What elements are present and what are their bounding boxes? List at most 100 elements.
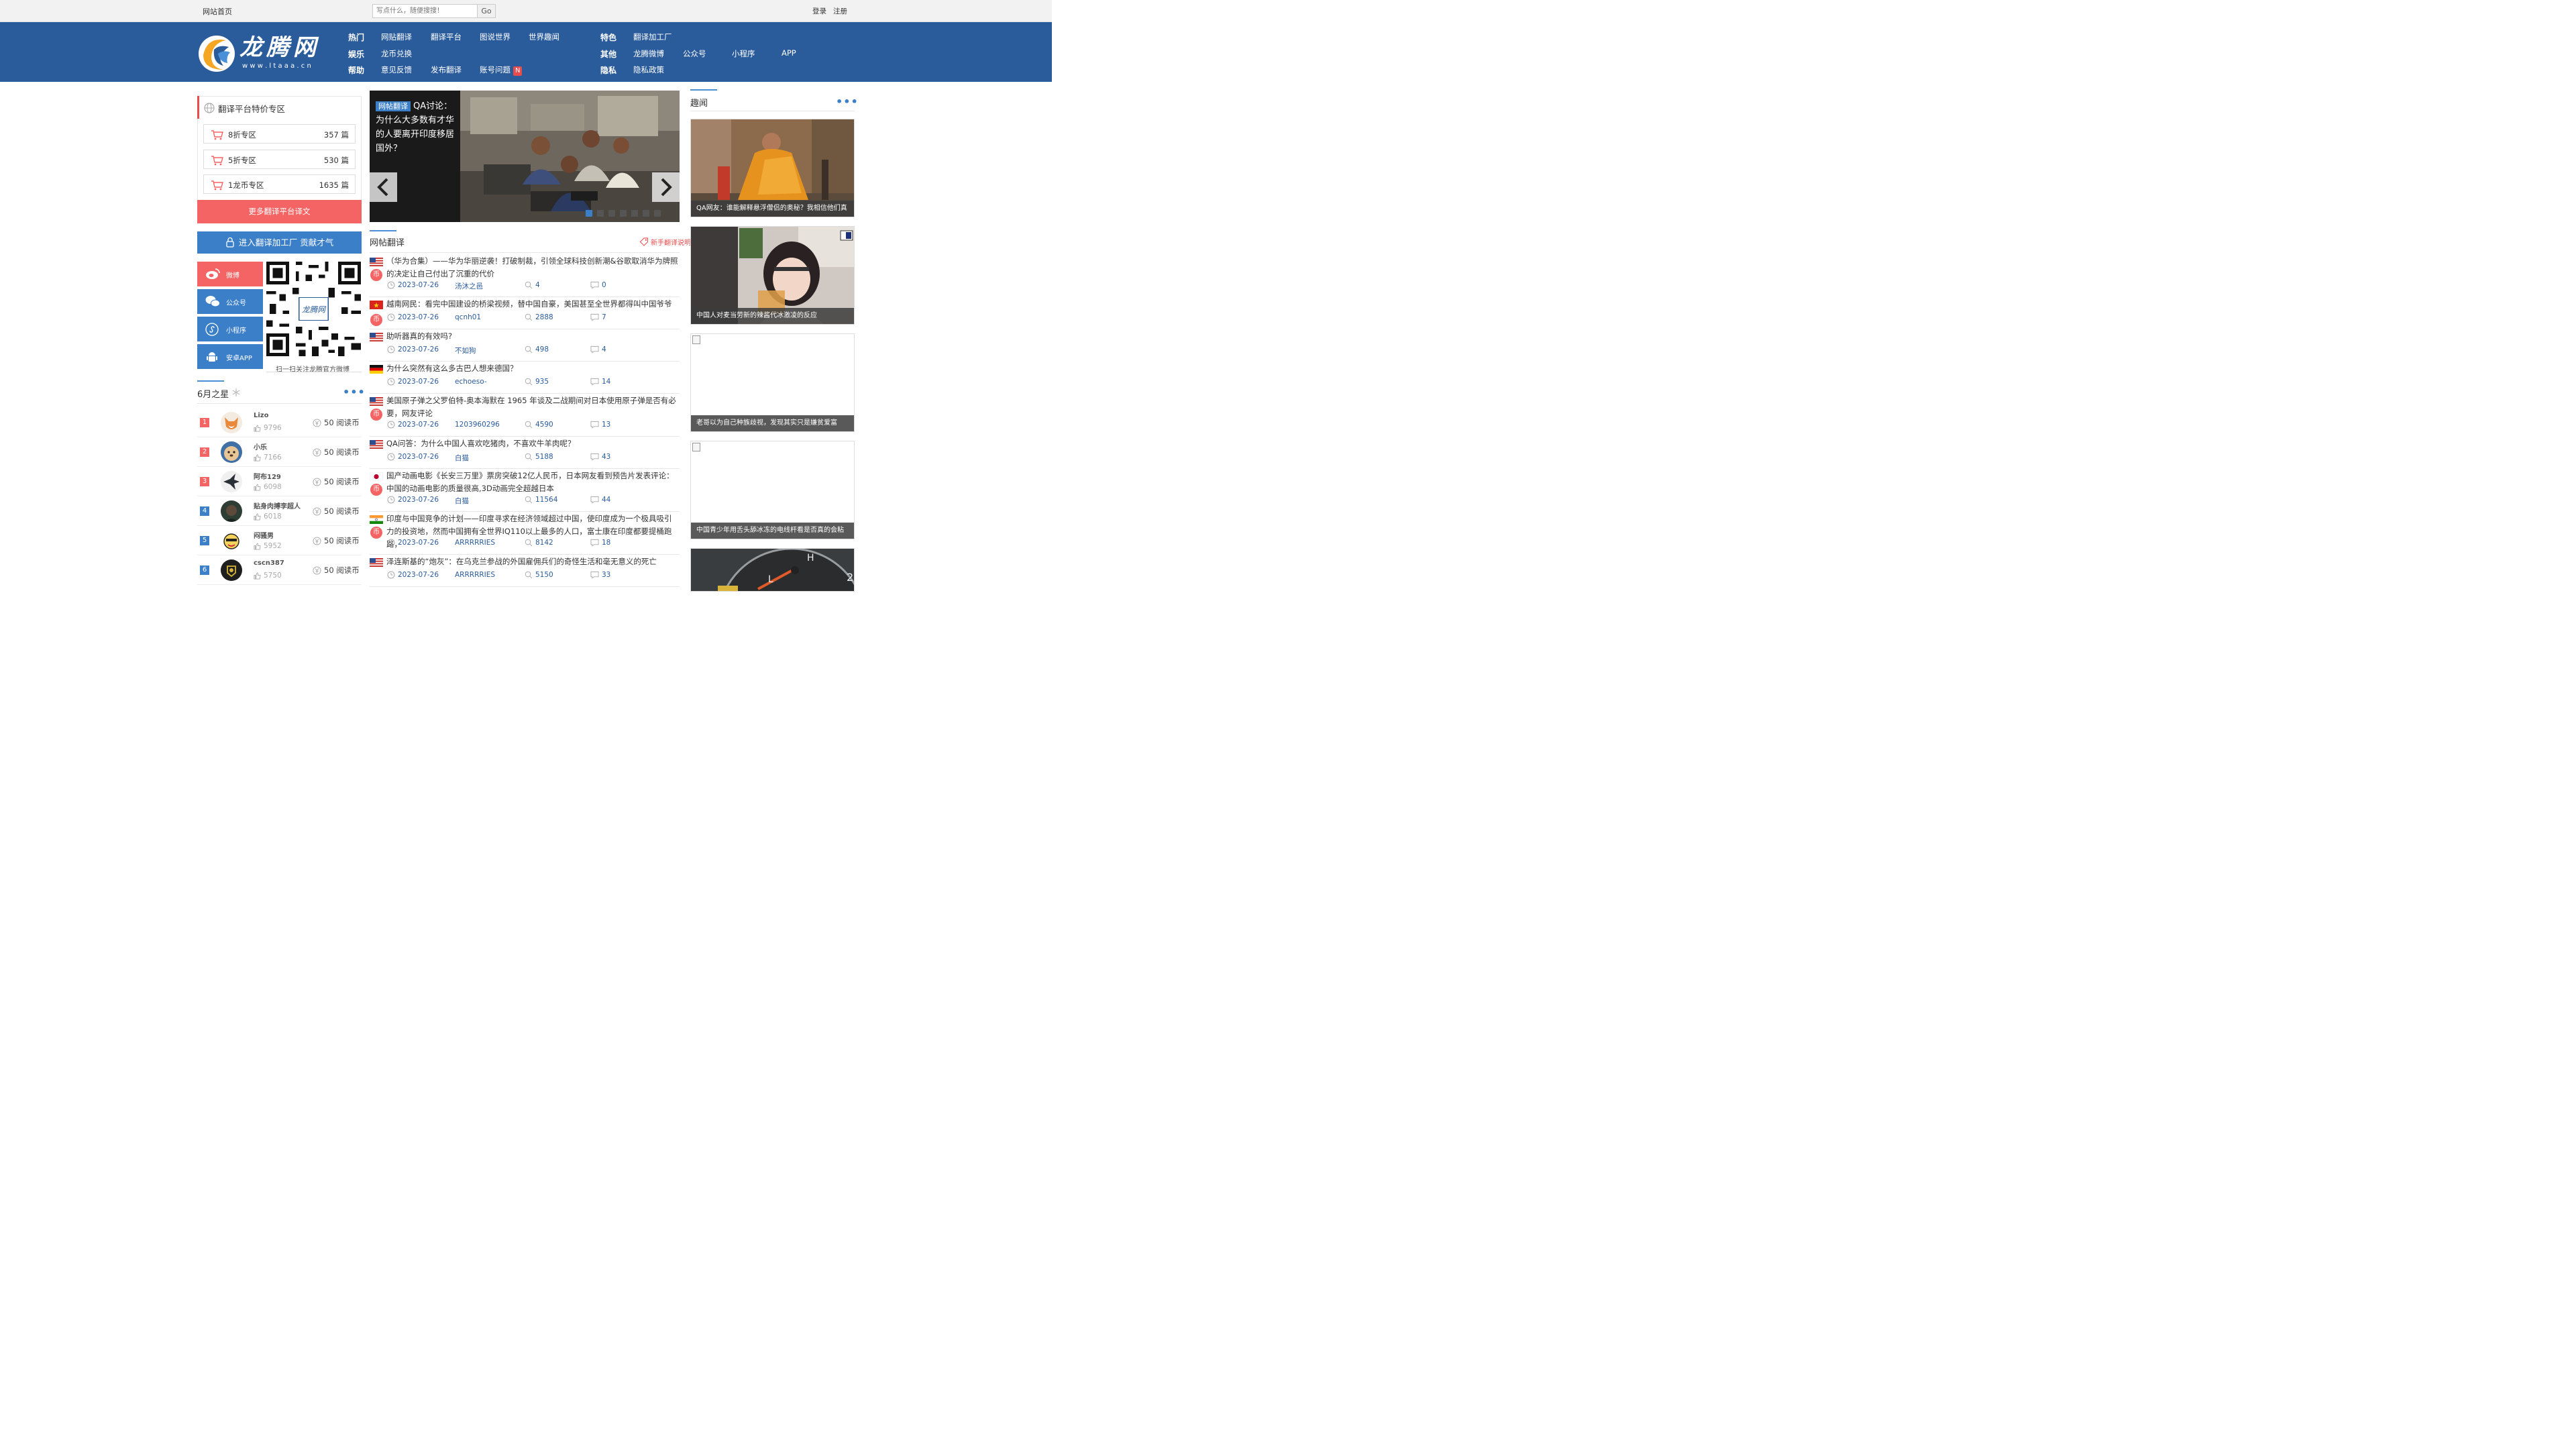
star-name: 小乐 bbox=[254, 444, 267, 451]
site-logo[interactable]: 龙腾网 w w w . l t a a a . c n bbox=[198, 30, 339, 74]
article-views: 11564 bbox=[525, 496, 557, 504]
star-row[interactable]: 1 Lizo 9796 50 阅读币 bbox=[197, 408, 362, 437]
nav-link-wechat[interactable]: 公众号 bbox=[683, 48, 706, 59]
article-row[interactable]: 泽连斯基的“炮灰”：在乌克兰参战的外国雇佣兵们的奇怪生活和毫无意义的死亡 2023… bbox=[370, 555, 680, 587]
avatar bbox=[221, 412, 242, 433]
article-title[interactable]: （华为合集）——华为华丽逆袭！打破制裁，引领全球科技创新潮&谷歌取消华为牌照的决… bbox=[386, 255, 678, 280]
slider-dot[interactable] bbox=[631, 210, 638, 217]
article-row[interactable]: 币越南网民：看完中国建设的桥梁视频，替中国自豪，美国甚至全世界都得叫中国爷爷 20… bbox=[370, 297, 680, 329]
news-more-button[interactable]: ••• bbox=[836, 95, 859, 108]
nav-link-feedback[interactable]: 意见反馈 bbox=[381, 64, 412, 75]
nav-cat-fun: 娱乐 bbox=[348, 50, 365, 59]
home-link[interactable]: 网站首页 bbox=[203, 6, 232, 17]
nav-link-privacy[interactable]: 隐私政策 bbox=[633, 64, 664, 75]
nav-cat-privacy: 隐私 bbox=[600, 66, 617, 75]
nav-link-picture-world[interactable]: 图说世界 bbox=[480, 32, 511, 42]
star-likes: 5750 bbox=[254, 572, 282, 580]
slider-dot[interactable] bbox=[643, 210, 649, 217]
nav-link-factory[interactable]: 翻译加工厂 bbox=[633, 32, 672, 42]
article-author[interactable]: qcnh01 bbox=[455, 313, 481, 321]
slide-caption[interactable]: 网帖翻译 QA讨论：为什么大多数有才华的人要离开印度移居国外？ bbox=[376, 99, 458, 156]
slider-next-button[interactable] bbox=[652, 172, 680, 202]
slider-dot[interactable] bbox=[597, 210, 604, 217]
weibo-button[interactable]: 微博 bbox=[197, 262, 263, 286]
star-row[interactable]: 5 闷骚男 5952 50 阅读币 bbox=[197, 526, 362, 555]
nav-link-coin-exchange[interactable]: 龙币兑换 bbox=[381, 48, 412, 59]
news-card[interactable]: 中国人对麦当劳新的辣酱代冰激凌的反应 bbox=[690, 226, 855, 325]
snowflake-icon bbox=[232, 388, 240, 396]
article-title[interactable]: 越南网民：看完中国建设的桥梁视频，替中国自豪，美国甚至全世界都得叫中国爷爷 bbox=[386, 298, 678, 311]
magnifier-icon bbox=[525, 571, 533, 579]
nav-link-publish[interactable]: 发布翻译 bbox=[431, 64, 462, 75]
clock-icon bbox=[387, 345, 395, 354]
slider-prev-button[interactable] bbox=[370, 172, 397, 202]
star-row[interactable]: 3 阿布129 6098 50 阅读币 bbox=[197, 467, 362, 496]
translator-help-link[interactable]: 新手翻译说明 bbox=[639, 237, 691, 247]
zone-item-80[interactable]: 8折专区 357 篇 bbox=[203, 124, 356, 144]
article-title[interactable]: 泽连斯基的“炮灰”：在乌克兰参战的外国雇佣兵们的奇怪生活和毫无意义的死亡 bbox=[386, 555, 678, 568]
article-title[interactable]: 为什么突然有这么多古巴人想来德国？ bbox=[386, 362, 678, 375]
nav-link-world-news[interactable]: 世界趣闻 bbox=[529, 32, 559, 42]
article-title[interactable]: 助听器真的有效吗? bbox=[386, 330, 678, 343]
slider-dot[interactable] bbox=[608, 210, 615, 217]
article-row[interactable]: 币印度与中国竞争的计划——印度寻求在经济领域超过中国，使印度成为一个极具吸引力的… bbox=[370, 512, 680, 555]
flag-us-icon bbox=[370, 440, 383, 449]
star-coin: 50 阅读币 bbox=[313, 447, 360, 458]
wechat-button[interactable]: 公众号 bbox=[197, 289, 263, 314]
slider-dot[interactable] bbox=[654, 210, 661, 217]
comment-icon bbox=[590, 453, 599, 461]
miniapp-button[interactable]: 小程序 bbox=[197, 317, 263, 341]
nav-link-translations[interactable]: 网贴翻译 bbox=[381, 32, 412, 42]
news-card[interactable]: H L 2 bbox=[690, 548, 855, 592]
article-author[interactable]: 不如狗 bbox=[455, 345, 476, 356]
news-accent bbox=[690, 89, 717, 91]
article-comments: 4 bbox=[590, 345, 606, 354]
search-input[interactable] bbox=[372, 4, 478, 18]
article-author[interactable]: 1203960296 bbox=[455, 421, 500, 429]
register-link[interactable]: 注册 bbox=[833, 6, 847, 16]
stars-title: 6月之星 bbox=[197, 390, 229, 400]
comment-icon bbox=[590, 378, 599, 386]
factory-button[interactable]: 进入翻译加工厂 贡献才气 bbox=[197, 231, 362, 254]
article-author[interactable]: 白猫 bbox=[455, 453, 469, 463]
nav-link-app[interactable]: APP bbox=[782, 48, 796, 58]
stars-more-button[interactable]: ••• bbox=[343, 386, 366, 398]
article-row[interactable]: 助听器真的有效吗? 2023-07-26 不如狗 498 4 bbox=[370, 329, 680, 362]
star-row[interactable]: 6 cscn387 5750 50 阅读币 bbox=[197, 555, 362, 585]
zone-item-1coin[interactable]: 1龙币专区 1635 篇 bbox=[203, 174, 356, 194]
article-title[interactable]: 国产动画电影《长安三万里》票房突破12亿人民币，日本网友看到预告片发表评论：中国… bbox=[386, 470, 678, 495]
nav-link-account[interactable]: 账号问题 N bbox=[480, 64, 523, 76]
nav-link-weibo[interactable]: 龙腾微博 bbox=[633, 48, 664, 59]
android-app-button[interactable]: 安卓APP bbox=[197, 344, 263, 369]
article-row[interactable]: 币国产动画电影《长安三万里》票房突破12亿人民币，日本网友看到预告片发表评论：中… bbox=[370, 469, 680, 512]
slider-dot[interactable] bbox=[620, 210, 627, 217]
zone-item-label: 8折专区 bbox=[228, 130, 256, 140]
article-author[interactable]: 白猫 bbox=[455, 496, 469, 506]
news-card[interactable]: 中国青少年用舌头舔冰冻的电线杆看是否真的会粘 bbox=[690, 441, 855, 539]
more-zone-button[interactable]: 更多翻译平台译文 bbox=[197, 200, 362, 223]
article-row[interactable]: 币 （华为合集）——华为华丽逆袭！打破制裁，引领全球科技创新潮&谷歌取消华为牌照的… bbox=[370, 254, 680, 297]
article-title[interactable]: QA问答：为什么中国人喜欢吃猪肉，不喜欢牛羊肉呢？ bbox=[386, 437, 678, 450]
article-author[interactable]: ARRRRRIES bbox=[455, 571, 495, 579]
zone-item-50[interactable]: 5折专区 530 篇 bbox=[203, 150, 356, 169]
weibo-icon bbox=[206, 268, 220, 279]
article-author[interactable]: 汤沐之邑 bbox=[455, 281, 483, 291]
article-row[interactable]: QA问答：为什么中国人喜欢吃猪肉，不喜欢牛羊肉呢？ 2023-07-26 白猫 518… bbox=[370, 437, 680, 469]
rank-badge: 3 bbox=[200, 477, 209, 486]
article-author[interactable]: ARRRRRIES bbox=[455, 539, 495, 547]
article-title[interactable]: 美国原子弹之父罗伯特-奥本海默在 1965 年谈及二战期间对日本使用原子弹是否有… bbox=[386, 394, 678, 420]
news-card[interactable]: 老哥以为自己种族歧视，发现其实只是嫌贫爱富 bbox=[690, 333, 855, 432]
coin-badge-icon: 币 bbox=[370, 409, 382, 421]
star-row[interactable]: 2 小乐 7166 50 阅读币 bbox=[197, 437, 362, 467]
search-button[interactable]: Go bbox=[477, 4, 496, 18]
login-link[interactable]: 登录 bbox=[812, 6, 826, 16]
article-author[interactable]: echoeso- bbox=[455, 378, 487, 386]
nav-link-platform[interactable]: 翻译平台 bbox=[431, 32, 462, 42]
news-card[interactable]: QA网友：谁能解释悬浮僧侣的奥秘？我相信他们真 bbox=[690, 119, 855, 217]
slider-dot[interactable] bbox=[586, 210, 592, 217]
article-row[interactable]: 币美国原子弹之父罗伯特-奥本海默在 1965 年谈及二战期间对日本使用原子弹是否… bbox=[370, 394, 680, 437]
article-row[interactable]: 为什么突然有这么多古巴人想来德国？ 2023-07-26 echoeso- 935 14 bbox=[370, 362, 680, 394]
nav-link-miniapp[interactable]: 小程序 bbox=[732, 48, 755, 59]
star-row[interactable]: 4 贴身肉搏李超人 6018 50 阅读币 bbox=[197, 496, 362, 526]
broken-image-icon bbox=[692, 443, 700, 451]
